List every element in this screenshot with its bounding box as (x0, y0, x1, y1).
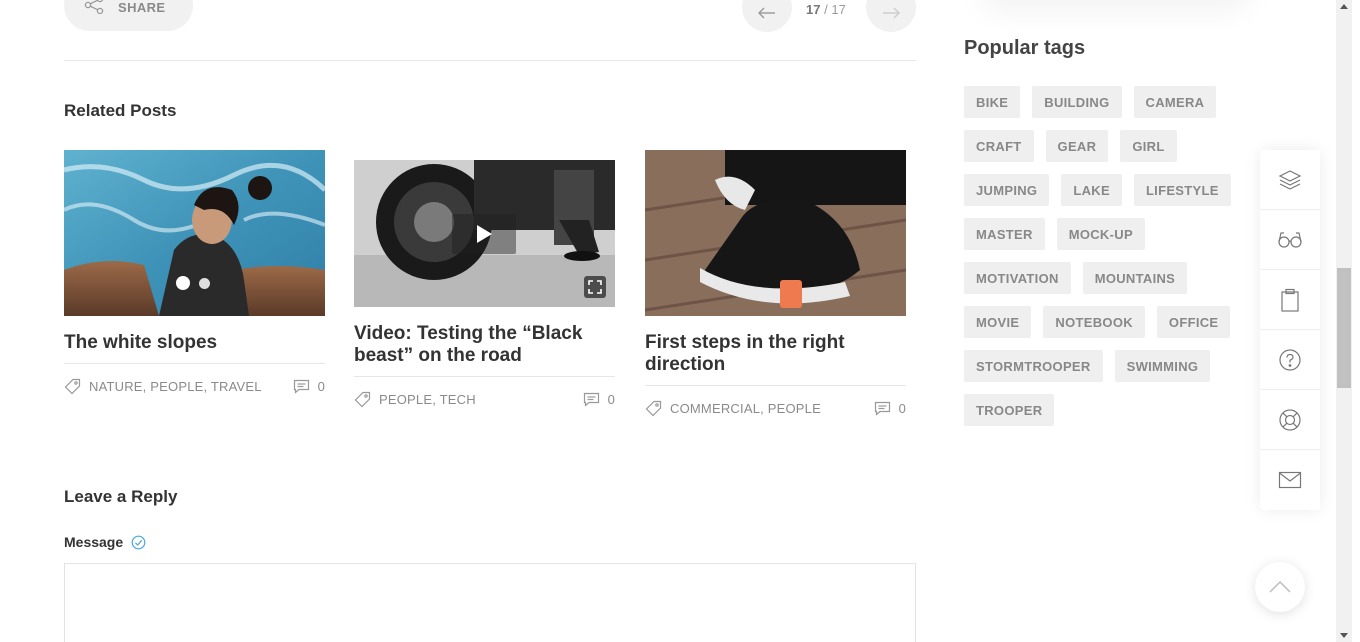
message-label: Message (64, 534, 146, 550)
scroll-thumb[interactable] (1337, 268, 1351, 388)
tag-link[interactable]: BIKE (964, 86, 1021, 118)
back-to-top-button[interactable] (1255, 562, 1305, 612)
play-video-button[interactable] (452, 214, 516, 254)
support-button[interactable] (1260, 390, 1320, 450)
comment-count: 0 (607, 392, 615, 407)
tag-link[interactable]: CRAFT (964, 130, 1034, 162)
post-title[interactable]: Video: Testing the “Black beast” on the … (354, 323, 615, 377)
pager-total: 17 (831, 2, 846, 17)
next-post-button[interactable] (866, 0, 916, 32)
clipboard-icon (1281, 288, 1299, 312)
tag-link[interactable]: NOTEBOOK (1043, 306, 1145, 338)
tag-link[interactable]: MOVIE (964, 306, 1032, 338)
post-meta: PEOPLE, TECH 0 (354, 391, 615, 408)
tag-link[interactable]: MOCK-UP (1056, 218, 1145, 250)
post-title[interactable]: First steps in the right direction (645, 332, 906, 386)
tag-link[interactable]: MASTER (964, 218, 1045, 250)
fullscreen-button[interactable] (584, 276, 606, 298)
tag-link[interactable]: TROOPER (964, 394, 1055, 426)
divider (64, 60, 916, 61)
demos-button[interactable] (1260, 150, 1320, 210)
mail-icon (1278, 471, 1302, 489)
tag-link[interactable]: GIRL (1120, 130, 1177, 162)
related-post: The white slopes NATURE, PEOPLE, TRAVEL … (64, 150, 325, 395)
post-title[interactable]: The white slopes (64, 332, 325, 364)
contact-button[interactable] (1260, 450, 1320, 510)
comment-icon (583, 392, 599, 407)
preview-button[interactable] (1260, 210, 1320, 270)
lifebuoy-icon (1279, 408, 1301, 431)
post-thumbnail[interactable] (354, 160, 615, 307)
glasses-icon (1278, 231, 1302, 248)
scroll-up-arrow-icon[interactable] (1340, 4, 1348, 9)
message-textarea[interactable] (64, 563, 916, 642)
related-post: Video: Testing the “Black beast” on the … (354, 160, 615, 408)
tag-link[interactable]: CAMERA (1133, 86, 1217, 118)
share-button[interactable]: SHARE (64, 0, 193, 31)
gallery-dots[interactable] (176, 276, 210, 290)
expand-icon (588, 280, 602, 294)
help-icon (1279, 348, 1301, 371)
post-comments[interactable]: 0 (293, 379, 325, 394)
help-button[interactable] (1260, 330, 1320, 390)
tag-link[interactable]: SWIMMING (1114, 350, 1211, 382)
arrow-left-icon (758, 7, 775, 19)
post-thumbnail[interactable] (645, 150, 906, 316)
leave-reply-heading: Leave a Reply (64, 487, 178, 506)
side-dock (1260, 150, 1320, 510)
tag-link[interactable]: LAKE (1061, 174, 1122, 206)
play-icon (477, 225, 492, 243)
tag-link[interactable]: STORMTROOPER (964, 350, 1103, 382)
tag-link[interactable]: OFFICE (1156, 306, 1231, 338)
tag-link[interactable]: MOTIVATION (964, 262, 1071, 294)
related-post: First steps in the right direction COMME… (645, 150, 906, 417)
tag-icon (354, 391, 371, 408)
pager-current: 17 (806, 2, 821, 17)
required-check-icon (131, 535, 146, 549)
post-meta: NATURE, PEOPLE, TRAVEL 0 (64, 378, 325, 395)
post-tags[interactable]: NATURE, PEOPLE, TRAVEL (89, 379, 293, 394)
pager-counter: 17 / 17 (806, 2, 846, 17)
comment-icon (293, 379, 309, 394)
post-meta: COMMERCIAL, PEOPLE 0 (645, 400, 906, 417)
page-scrollbar[interactable] (1336, 0, 1352, 642)
prev-post-button[interactable] (742, 0, 792, 32)
sneaker-image (645, 150, 906, 316)
woman-by-sea-image (64, 150, 325, 316)
share-icon (84, 0, 104, 14)
post-thumbnail[interactable] (64, 150, 325, 316)
comment-icon (874, 401, 890, 416)
post-comments[interactable]: 0 (874, 401, 906, 416)
tag-link[interactable]: BUILDING (1032, 86, 1122, 118)
post-tags[interactable]: COMMERCIAL, PEOPLE (670, 401, 874, 416)
gallery-dot[interactable] (199, 277, 210, 289)
related-posts-heading: Related Posts (64, 101, 177, 120)
arrow-right-icon (883, 7, 900, 19)
gallery-dot-active[interactable] (176, 276, 190, 290)
comment-count: 0 (317, 379, 325, 394)
pager-separator: / (824, 2, 828, 17)
share-label: SHARE (118, 0, 166, 15)
popular-tags-heading: Popular tags (964, 37, 1086, 59)
tag-link[interactable]: GEAR (1045, 130, 1109, 162)
comment-count: 0 (898, 401, 906, 416)
post-tags[interactable]: PEOPLE, TECH (379, 392, 583, 407)
tag-link[interactable]: JUMPING (964, 174, 1050, 206)
chevron-up-icon (1269, 581, 1291, 593)
tag-icon (645, 400, 662, 417)
tag-link[interactable]: MOUNTAINS (1082, 262, 1188, 294)
scroll-down-arrow-icon[interactable] (1340, 633, 1348, 638)
post-comments[interactable]: 0 (583, 392, 615, 407)
tag-link[interactable]: LIFESTYLE (1133, 174, 1231, 206)
layers-icon (1278, 169, 1302, 190)
docs-button[interactable] (1260, 270, 1320, 330)
tag-cloud: BIKE BUILDING CAMERA CRAFT GEAR GIRL JUM… (964, 86, 1249, 426)
tag-icon (64, 378, 81, 395)
message-label-text: Message (64, 534, 124, 550)
